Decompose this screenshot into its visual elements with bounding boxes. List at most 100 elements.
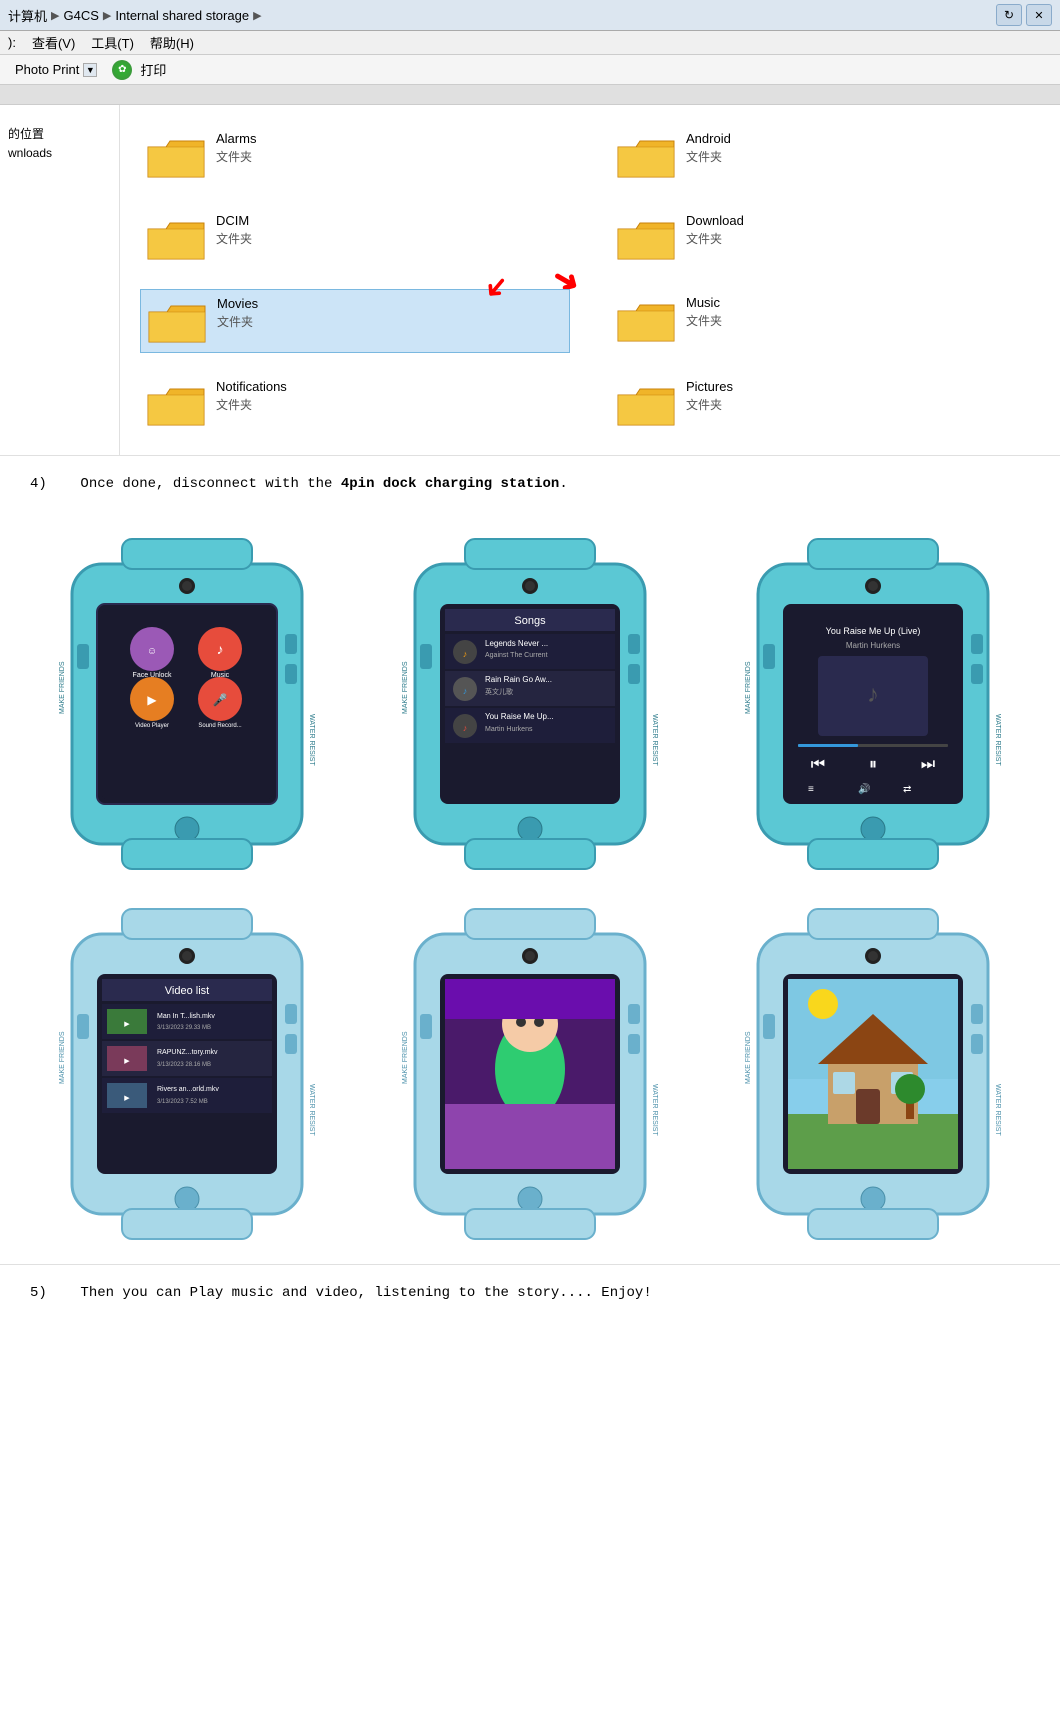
watch-1: ☺ ♪ ▶ 🎤 Face Unlock Music Video Player S… <box>42 534 332 874</box>
svg-text:♪: ♪ <box>463 686 468 696</box>
folder-notifications-icon <box>146 379 206 429</box>
folder-download[interactable]: Download 文件夹 <box>610 207 1040 269</box>
refresh-button[interactable]: ↻ <box>996 4 1022 26</box>
folder-music[interactable]: Music 文件夹 ➜ <box>610 289 1040 353</box>
folder-pictures[interactable]: Pictures 文件夹 <box>610 373 1040 435</box>
svg-text:WATER RESIST: WATER RESIST <box>308 1084 315 1136</box>
folder-movies-icon <box>147 296 207 346</box>
folder-android[interactable]: Android 文件夹 <box>610 125 1040 187</box>
svg-text:MAKE FRIENDS: MAKE FRIENDS <box>59 661 66 714</box>
breadcrumb-g4cs[interactable]: G4CS <box>63 8 98 23</box>
gray-separator <box>0 85 1060 105</box>
sidebar-location: 的位置 <box>8 125 111 142</box>
folder-music-icon <box>616 295 676 345</box>
svg-text:Against The Current: Against The Current <box>485 652 548 659</box>
folder-pictures-type: 文件夹 <box>686 396 733 413</box>
svg-text:Songs: Songs <box>514 615 546 627</box>
toolbar: Photo Print ▼ ✿ 打印 <box>0 55 1060 85</box>
svg-text:Face Unlock: Face Unlock <box>132 672 171 679</box>
breadcrumb-pc: 计算机 <box>8 6 47 25</box>
svg-text:WATER RESIST: WATER RESIST <box>994 714 1001 766</box>
svg-text:⇄: ⇄ <box>903 784 911 795</box>
folder-alarms[interactable]: Alarms 文件夹 <box>140 125 570 187</box>
step-4-number: 4) <box>30 476 47 492</box>
folder-notifications-info: Notifications 文件夹 <box>216 379 287 413</box>
svg-text:WATER RESIST: WATER RESIST <box>651 1084 658 1136</box>
folder-alarms-name: Alarms <box>216 131 256 146</box>
svg-text:MAKE FRIENDS: MAKE FRIENDS <box>745 1031 752 1084</box>
watch-4-container: Video list ▶ Man In T...lish.mkv 3/13/20… <box>20 904 353 1244</box>
watch-6-container: MAKE FRIENDS WATER RESIST <box>707 904 1040 1244</box>
folder-pictures-info: Pictures 文件夹 <box>686 379 733 413</box>
dropdown-arrow[interactable]: ▼ <box>83 63 97 77</box>
svg-text:MAKE FRIENDS: MAKE FRIENDS <box>745 661 752 714</box>
svg-text:♪: ♪ <box>216 641 223 657</box>
watch-3-container: You Raise Me Up (Live) Martin Hurkens ♪ … <box>707 534 1040 874</box>
print-label[interactable]: 打印 <box>140 60 166 79</box>
explorer-bar: 计算机 ▶ G4CS ▶ Internal shared storage ▶ ↻… <box>0 0 1060 31</box>
svg-text:Man In T...lish.mkv: Man In T...lish.mkv <box>157 1013 215 1020</box>
folder-dcim-type: 文件夹 <box>216 230 252 247</box>
folder-download-type: 文件夹 <box>686 230 744 247</box>
svg-text:▶: ▶ <box>124 1095 130 1102</box>
photo-print-button[interactable]: Photo Print ▼ <box>8 59 104 80</box>
svg-text:You Raise Me Up...: You Raise Me Up... <box>485 712 554 721</box>
svg-text:▶: ▶ <box>124 1058 130 1065</box>
folder-dcim[interactable]: DCIM 文件夹 ➜ <box>140 207 570 269</box>
svg-text:⏮: ⏮ <box>811 756 825 773</box>
step-4-bold: 4pin dock charging station <box>341 476 559 492</box>
folder-movies[interactable]: Movies 文件夹 ➜ <box>140 289 570 353</box>
breadcrumb-arrow3: ▶ <box>253 9 261 22</box>
svg-text:Video list: Video list <box>164 985 208 997</box>
watch-1-container: ☺ ♪ ▶ 🎤 Face Unlock Music Video Player S… <box>20 534 353 874</box>
menu-colon: ): <box>8 35 16 50</box>
folder-download-info: Download 文件夹 <box>686 213 744 247</box>
svg-text:Rivers an...orld.mkv: Rivers an...orld.mkv <box>157 1086 219 1093</box>
folder-android-name: Android <box>686 131 731 146</box>
svg-text:♪: ♪ <box>867 681 879 708</box>
folder-alarms-type: 文件夹 <box>216 148 256 165</box>
folder-download-icon <box>616 213 676 263</box>
menu-view[interactable]: 查看(V) <box>32 33 75 52</box>
svg-text:▶: ▶ <box>124 1021 130 1028</box>
main-content: 的位置 wnloads Alarms 文件夹 Android 文件夹 <box>0 105 1060 455</box>
watch-6: MAKE FRIENDS WATER RESIST <box>728 904 1018 1244</box>
svg-text:Martin Hurkens: Martin Hurkens <box>485 726 533 733</box>
breadcrumb: 计算机 ▶ G4CS ▶ Internal shared storage ▶ <box>8 6 992 25</box>
folder-notifications[interactable]: Notifications 文件夹 <box>140 373 570 435</box>
close-button[interactable]: ✕ <box>1026 4 1052 26</box>
menu-help[interactable]: 帮助(H) <box>150 33 194 52</box>
svg-text:🎤: 🎤 <box>212 692 227 707</box>
svg-text:⏭: ⏭ <box>921 756 935 773</box>
svg-text:MAKE FRIENDS: MAKE FRIENDS <box>402 661 409 714</box>
svg-text:🔊: 🔊 <box>858 782 870 795</box>
svg-text:≡: ≡ <box>808 784 814 795</box>
folder-movies-info: Movies 文件夹 <box>217 296 258 330</box>
svg-text:⏸: ⏸ <box>869 756 877 773</box>
folder-music-name: Music <box>686 295 722 310</box>
svg-text:RAPUNZ...tory.mkv: RAPUNZ...tory.mkv <box>157 1049 218 1056</box>
svg-text:Rain Rain Go Aw...: Rain Rain Go Aw... <box>485 675 552 684</box>
step-5-number: 5) <box>30 1285 47 1301</box>
svg-text:3/13/2023 7.52 MB: 3/13/2023 7.52 MB <box>157 1099 208 1105</box>
svg-text:WATER RESIST: WATER RESIST <box>651 714 658 766</box>
folder-alarms-info: Alarms 文件夹 <box>216 131 256 165</box>
breadcrumb-storage[interactable]: Internal shared storage <box>115 8 249 23</box>
section-4: 4) Once done, disconnect with the 4pin d… <box>0 455 1060 524</box>
menu-tools[interactable]: 工具(T) <box>91 33 134 52</box>
folder-dcim-info: DCIM 文件夹 <box>216 213 252 247</box>
left-sidebar: 的位置 wnloads <box>0 105 120 455</box>
folder-dcim-name: DCIM <box>216 213 252 228</box>
step-4-end: . <box>559 476 567 492</box>
svg-text:☺: ☺ <box>147 646 157 657</box>
svg-text:▶: ▶ <box>147 693 157 707</box>
photo-print-label: Photo Print <box>15 62 79 77</box>
section-5: 5) Then you can Play music and video, li… <box>0 1264 1060 1321</box>
svg-text:WATER RESIST: WATER RESIST <box>994 1084 1001 1136</box>
step-5-body: Then you can Play music and video, liste… <box>80 1285 651 1301</box>
sidebar-downloads[interactable]: wnloads <box>8 146 111 160</box>
folder-alarms-icon <box>146 131 206 181</box>
folder-notifications-type: 文件夹 <box>216 396 287 413</box>
watch-grid-row1: ☺ ♪ ▶ 🎤 Face Unlock Music Video Player S… <box>0 524 1060 894</box>
folder-movies-type: 文件夹 <box>217 313 258 330</box>
